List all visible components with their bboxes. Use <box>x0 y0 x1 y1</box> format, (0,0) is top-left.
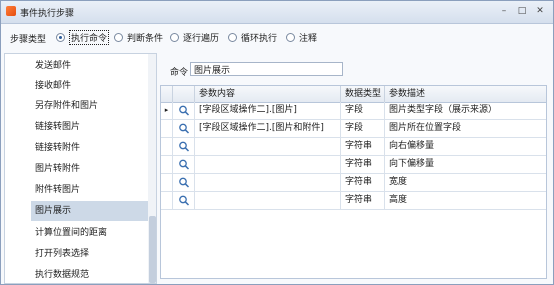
header-button <box>173 86 195 102</box>
row-indicator <box>161 192 173 209</box>
param-content[interactable]: [字段区域操作二].[图片] <box>195 102 341 119</box>
search-icon[interactable] <box>178 123 190 134</box>
list-item[interactable]: 链接转图片 <box>31 117 148 137</box>
param-description: 向下偏移量 <box>389 159 435 169</box>
radio-label: 逐行遍历 <box>183 33 220 44</box>
param-type[interactable]: 字符串 <box>341 138 385 155</box>
row-button-cell <box>173 138 195 155</box>
list-item-selected[interactable]: 图片展示 <box>31 201 148 221</box>
radio-label: 循环执行 <box>241 33 278 44</box>
radio-checked-icon <box>56 32 65 42</box>
list-item[interactable]: 另存附件和图片 <box>31 96 148 116</box>
param-content[interactable] <box>195 192 341 209</box>
param-description: 高度 <box>389 195 408 205</box>
search-icon[interactable] <box>178 177 190 188</box>
param-content[interactable]: [字段区域操作二].[图片和附件] <box>195 120 341 137</box>
row-indicator <box>161 138 173 155</box>
radio-label: 判断条件 <box>127 33 164 44</box>
maximize-icon[interactable]: □ <box>515 5 529 18</box>
list-item[interactable]: 接收邮件 <box>31 76 148 96</box>
radio-icon <box>228 32 237 42</box>
list-item[interactable]: 计算位置间的距离 <box>31 223 148 243</box>
close-icon[interactable]: ✕ <box>533 5 547 18</box>
radio-condition[interactable]: 判断条件 <box>114 30 163 44</box>
title-bar[interactable]: 事件执行步骤 – □ ✕ <box>1 1 553 24</box>
search-icon[interactable] <box>178 159 190 170</box>
column-header-type[interactable]: 数据类型 <box>341 86 385 102</box>
param-type[interactable]: 字符串 <box>341 174 385 191</box>
param-type[interactable]: 字段 <box>341 102 385 119</box>
row-indicator <box>161 120 173 137</box>
radio-label: 注释 <box>299 33 318 44</box>
list-item[interactable]: 打开列表选择 <box>31 244 148 264</box>
list-item[interactable]: 链接转附件 <box>31 138 148 158</box>
row-button-cell <box>173 102 195 119</box>
row-button-cell <box>173 120 195 137</box>
column-header-content[interactable]: 参数内容 <box>195 86 341 102</box>
table-row[interactable]: 字符串 向右偏移量 <box>161 138 546 156</box>
window-title: 事件执行步骤 <box>20 9 75 19</box>
parameter-grid[interactable]: 参数内容 数据类型 参数描述 ▸ [字段区域操作二].[图片] 字段 图片类型字… <box>160 85 547 279</box>
param-type[interactable]: 字符串 <box>341 192 385 209</box>
command-list[interactable]: 发送邮件 接收邮件 另存附件和图片 链接转图片 链接转附件 图片转附件 附件转图… <box>4 53 157 284</box>
radio-icon <box>170 32 179 42</box>
param-description: 宽度 <box>389 177 408 187</box>
column-header-description[interactable]: 参数描述 <box>385 86 546 102</box>
table-row[interactable]: 字符串 高度 <box>161 192 546 210</box>
table-row[interactable]: 字符串 宽度 <box>161 174 546 192</box>
event-step-window: 事件执行步骤 – □ ✕ 步骤类型 执行命令 判断条件 逐行遍历 循环执行 注释… <box>0 0 554 285</box>
app-icon <box>6 6 16 16</box>
param-description: 向右偏移量 <box>389 141 435 151</box>
row-button-cell <box>173 192 195 209</box>
row-button-cell <box>173 174 195 191</box>
command-input[interactable] <box>190 62 343 76</box>
param-description: 图片所在位置字段 <box>389 123 462 133</box>
param-content[interactable] <box>195 138 341 155</box>
search-icon[interactable] <box>178 195 190 206</box>
radio-execute-command[interactable]: 执行命令 <box>56 29 110 45</box>
radio-row-iterate[interactable]: 逐行遍历 <box>170 30 219 44</box>
table-row[interactable]: [字段区域操作二].[图片和附件] 字段 图片所在位置字段 <box>161 120 546 138</box>
row-indicator <box>161 156 173 173</box>
list-item[interactable]: 图片转附件 <box>31 159 148 179</box>
param-content[interactable] <box>195 156 341 173</box>
grid-header: 参数内容 数据类型 参数描述 <box>161 86 546 103</box>
radio-loop[interactable]: 循环执行 <box>228 30 277 44</box>
radio-label: 执行命令 <box>69 29 110 45</box>
radio-icon <box>286 32 295 42</box>
radio-icon <box>114 32 123 42</box>
command-label: 命令 <box>170 68 189 78</box>
header-indicator <box>161 86 173 102</box>
param-description: 图片类型字段（展示来源） <box>389 105 498 115</box>
table-row[interactable]: ▸ [字段区域操作二].[图片] 字段 图片类型字段（展示来源） <box>161 102 546 120</box>
param-content[interactable] <box>195 174 341 191</box>
list-scrollbar[interactable] <box>148 54 156 283</box>
minimize-icon[interactable]: – <box>497 5 511 18</box>
radio-comment[interactable]: 注释 <box>286 30 317 44</box>
list-item[interactable]: 发送邮件 <box>31 56 148 76</box>
param-type[interactable]: 字段 <box>341 120 385 137</box>
row-indicator <box>161 174 173 191</box>
search-icon[interactable] <box>178 141 190 152</box>
current-row-indicator: ▸ <box>161 102 173 119</box>
scroll-thumb[interactable] <box>149 216 156 283</box>
row-button-cell <box>173 156 195 173</box>
table-row[interactable]: 字符串 向下偏移量 <box>161 156 546 174</box>
search-icon[interactable] <box>178 105 190 116</box>
step-type-label: 步骤类型 <box>10 35 47 45</box>
list-item[interactable]: 附件转图片 <box>31 180 148 200</box>
param-type[interactable]: 字符串 <box>341 156 385 173</box>
list-item[interactable]: 执行数据规范 <box>31 265 148 283</box>
